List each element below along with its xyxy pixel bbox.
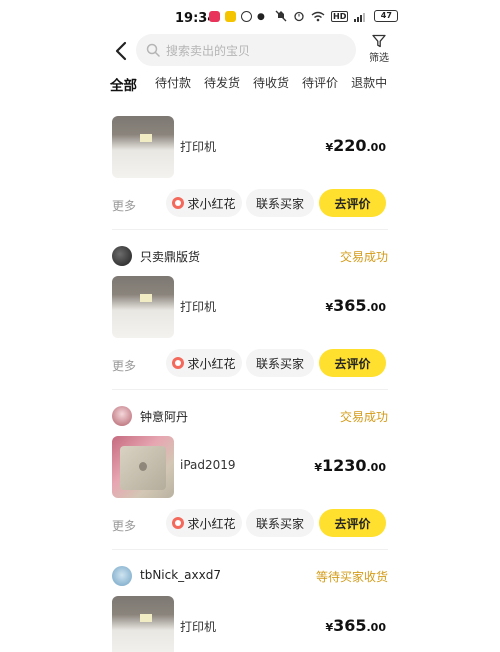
- product-price: ¥220.00: [325, 136, 386, 155]
- flower-icon: [172, 357, 185, 369]
- status-bar: 19:34 ● HD 47: [0, 0, 500, 38]
- product-price: ¥365.00: [325, 616, 386, 635]
- product-title: 打印机: [180, 300, 217, 314]
- wifi-icon: [311, 11, 325, 21]
- back-button[interactable]: [110, 38, 132, 64]
- tab-to-receive[interactable]: 待收货: [253, 74, 289, 98]
- search-placeholder: 搜索卖出的宝贝: [166, 43, 251, 58]
- tab-refunding[interactable]: 退款中: [351, 74, 387, 98]
- ask-flower-button[interactable]: 求小红花: [166, 509, 242, 537]
- nav-bar: 搜索卖出的宝贝 筛选: [0, 34, 500, 68]
- order-status: 交易成功: [339, 250, 388, 264]
- contact-buyer-button[interactable]: 联系买家: [246, 509, 314, 537]
- product-price: ¥1230.00: [314, 456, 386, 475]
- filter-button[interactable]: 筛选: [366, 34, 392, 64]
- divider: [112, 229, 388, 230]
- chevron-left-icon: [115, 41, 127, 61]
- ask-flower-button[interactable]: 求小红花: [166, 189, 242, 217]
- dot-icon: ●: [257, 11, 265, 22]
- divider: [112, 549, 388, 550]
- order-header: tbNick_axxd7 等待买家收货: [112, 566, 388, 588]
- order-tabs: 全部 待付款 待发货 待收货 待评价 退款中: [110, 74, 400, 100]
- buyer-name[interactable]: 钟意阿丹: [140, 408, 188, 425]
- search-input[interactable]: 搜索卖出的宝贝: [136, 34, 356, 66]
- review-button[interactable]: 去评价: [319, 349, 386, 377]
- ask-flower-button[interactable]: 求小红花: [166, 349, 242, 377]
- review-button[interactable]: 去评价: [319, 509, 386, 537]
- video-app-icon: [209, 11, 220, 22]
- order-header: 只卖鼎版货 交易成功: [112, 246, 388, 268]
- order-card[interactable]: 只卖鼎版货 交易成功 打印机 ¥365.00 更多 求小红花 联系买家 去评价: [112, 246, 388, 386]
- product-image: [112, 276, 174, 338]
- divider: [112, 389, 388, 390]
- order-card[interactable]: 钟意阿丹 交易成功 iPad2019 ¥1230.00 更多 求小红花 联系买家…: [112, 406, 388, 546]
- product-title: iPad2019: [180, 458, 236, 472]
- product-image: [112, 436, 174, 498]
- order-actions: 更多 求小红花 联系买家 去评价: [112, 349, 388, 379]
- order-status: 交易成功: [339, 410, 388, 424]
- order-status: 等待买家收货: [315, 570, 388, 584]
- flower-icon: [172, 517, 185, 529]
- tab-to-review[interactable]: 待评价: [302, 74, 338, 98]
- product-price: ¥365.00: [325, 296, 386, 315]
- xianyu-app-icon: [225, 11, 236, 22]
- avatar[interactable]: [112, 406, 132, 426]
- chat-icon: [241, 11, 252, 22]
- order-header: 钟意阿丹 交易成功: [112, 406, 388, 428]
- avatar[interactable]: [112, 246, 132, 266]
- alarm-icon: [294, 11, 304, 22]
- search-icon: [146, 43, 160, 57]
- buyer-name[interactable]: 只卖鼎版货: [140, 248, 200, 265]
- contact-buyer-button[interactable]: 联系买家: [246, 189, 314, 217]
- more-button[interactable]: 更多: [112, 517, 136, 534]
- order-card[interactable]: 打印机 ¥220.00 更多 求小红花 联系买家 去评价: [112, 100, 388, 225]
- order-actions: 更多 求小红花 联系买家 去评价: [112, 189, 388, 219]
- review-button[interactable]: 去评价: [319, 189, 386, 217]
- tab-to-ship[interactable]: 待发货: [204, 74, 240, 98]
- notification-icons: ●: [209, 11, 265, 22]
- tab-all[interactable]: 全部: [110, 74, 137, 100]
- product-image: [112, 116, 174, 178]
- contact-buyer-button[interactable]: 联系买家: [246, 349, 314, 377]
- order-actions: 更多 求小红花 联系买家 去评价: [112, 509, 388, 539]
- filter-icon: [372, 34, 386, 48]
- filter-label: 筛选: [369, 53, 389, 64]
- product-image: [112, 596, 174, 652]
- tab-pending-payment[interactable]: 待付款: [155, 74, 191, 98]
- buyer-name[interactable]: tbNick_axxd7: [140, 568, 221, 582]
- product-title: 打印机: [180, 140, 217, 154]
- battery-icon: 47: [374, 10, 399, 22]
- more-button[interactable]: 更多: [112, 197, 136, 214]
- order-card[interactable]: tbNick_axxd7 等待买家收货 打印机 ¥365.00: [112, 566, 388, 652]
- hd-icon: HD: [331, 10, 349, 22]
- signal-icon: [354, 12, 366, 22]
- avatar[interactable]: [112, 566, 132, 586]
- flower-icon: [172, 197, 185, 209]
- mute-icon: [275, 10, 287, 22]
- system-icons: HD 47: [275, 10, 399, 22]
- product-title: 打印机: [180, 620, 217, 634]
- more-button[interactable]: 更多: [112, 357, 136, 374]
